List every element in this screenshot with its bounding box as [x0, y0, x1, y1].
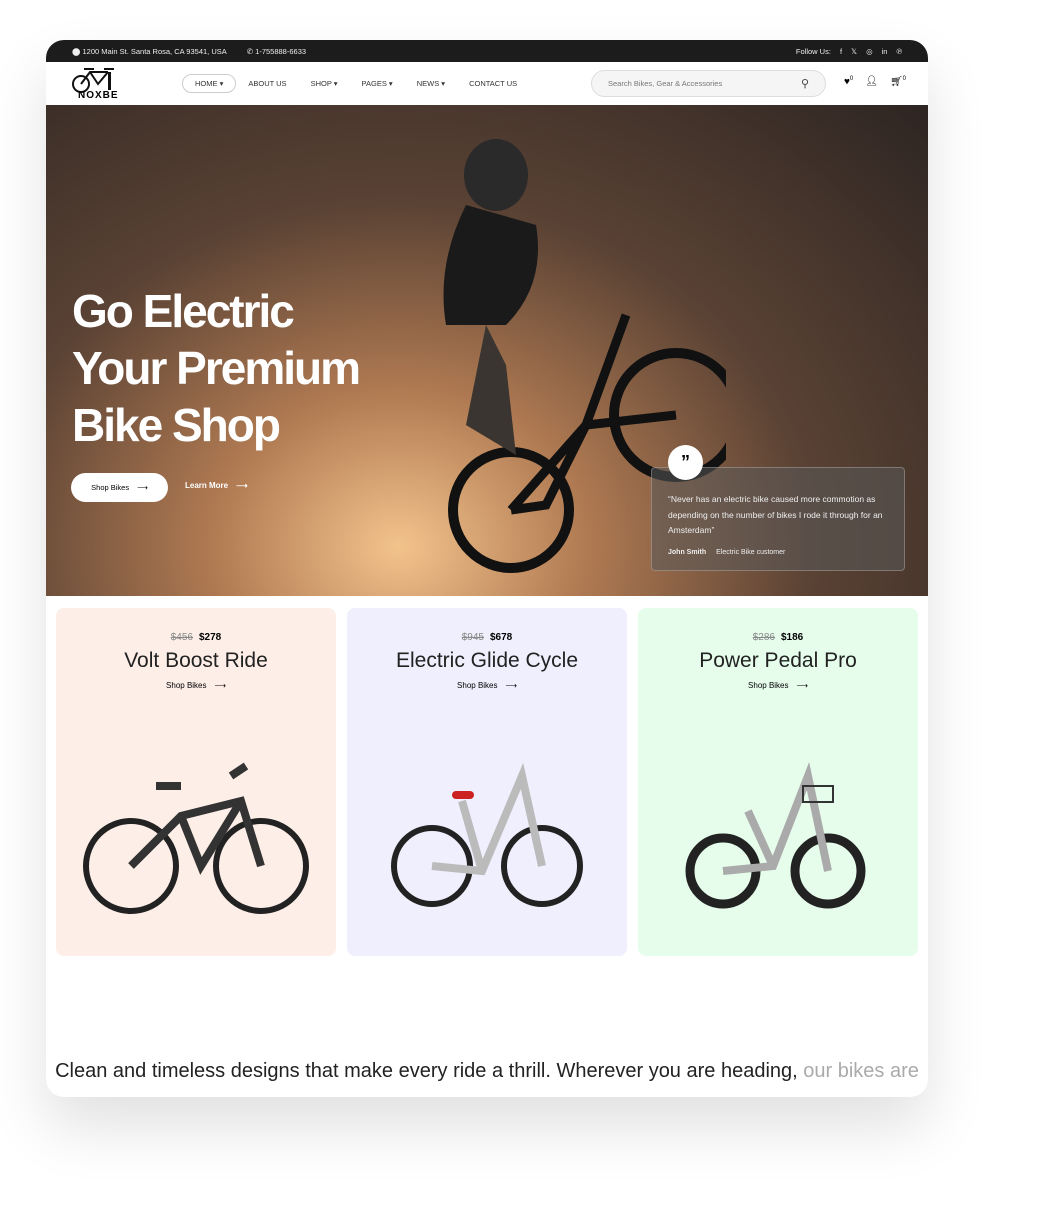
- phone: 1-755888-6633: [255, 46, 307, 56]
- browser-window: ⬤ 1200 Main St. Santa Rosa, CA 93541, US…: [46, 40, 928, 1097]
- price: $186: [781, 632, 804, 643]
- price: $678: [490, 632, 513, 643]
- product-name: Power Pedal Pro: [699, 649, 857, 672]
- bike-image: [685, 762, 866, 909]
- product-card[interactable]: $286 $186 Power Pedal Pro Shop Bikes ⟶: [638, 608, 918, 956]
- testimonial-card: “Never has an electric bike caused more …: [651, 467, 905, 571]
- product-name: Volt Boost Ride: [124, 649, 268, 672]
- arrow-right-icon: ⟶: [137, 483, 148, 492]
- search-input[interactable]: Search Bikes, Gear & Accessories ⚲: [591, 70, 826, 97]
- logo-text: NOXBE: [78, 89, 119, 101]
- arrow-right-icon: ⟶: [214, 681, 226, 690]
- nav-contact[interactable]: CONTACT US: [457, 75, 529, 92]
- facebook-icon[interactable]: f: [840, 47, 842, 56]
- wishlist-icon[interactable]: ♥0: [844, 76, 853, 87]
- nav-news[interactable]: NEWS ▾: [405, 75, 457, 92]
- pinterest-icon[interactable]: ℗: [896, 47, 902, 56]
- product-card[interactable]: $456 $278 Volt Boost Ride Shop Bikes ⟶: [56, 608, 336, 956]
- address: 1200 Main St. Santa Rosa, CA 93541, USA: [82, 46, 227, 56]
- product-card[interactable]: $945 $678 Electric Glide Cycle Shop Bikes…: [347, 608, 627, 956]
- user-icon[interactable]: 👤︎: [865, 76, 878, 87]
- product-cards: $456 $278 Volt Boost Ride Shop Bikes ⟶ $94…: [56, 608, 918, 956]
- follow-label: Follow Us:: [795, 46, 831, 56]
- quote-icon: ”: [668, 445, 703, 480]
- top-bar: ⬤ 1200 Main St. Santa Rosa, CA 93541, US…: [46, 40, 928, 62]
- old-price: $456: [170, 632, 193, 643]
- testimonial-text: “Never has an electric bike caused more …: [668, 494, 883, 535]
- linkedin-icon[interactable]: in: [882, 47, 888, 56]
- logo[interactable]: NOXBE: [70, 67, 124, 101]
- nav-about[interactable]: ABOUT US: [236, 75, 298, 92]
- shop-bikes-link[interactable]: Shop Bikes ⟶: [56, 681, 336, 690]
- arrow-right-icon: ⟶: [505, 681, 517, 690]
- arrow-right-icon: ⟶: [236, 481, 248, 490]
- bike-image: [83, 762, 309, 914]
- main-nav: NOXBE HOME ▾ ABOUT US SHOP ▾ PAGES ▾ NEW…: [46, 62, 928, 105]
- product-name: Electric Glide Cycle: [395, 649, 579, 672]
- arrow-right-icon: ⟶: [796, 681, 808, 690]
- x-icon[interactable]: 𝕏: [851, 47, 857, 56]
- instagram-icon[interactable]: ◎: [866, 47, 873, 56]
- shop-bikes-button[interactable]: Shop Bikes ⟶: [71, 473, 168, 502]
- shop-bikes-link[interactable]: Shop Bikes ⟶: [638, 681, 918, 690]
- nav-pages[interactable]: PAGES ▾: [350, 75, 405, 92]
- hero-banner: Go Electric Your Premium Bike Shop Shop Bi…: [46, 105, 928, 596]
- search-icon[interactable]: ⚲: [801, 77, 809, 90]
- phone-icon: ✆: [246, 46, 254, 56]
- old-price: $945: [461, 632, 484, 643]
- tagline: Clean and timeless designs that make eve…: [55, 1060, 919, 1082]
- cart-icon[interactable]: 🛒︎0: [890, 76, 906, 87]
- hero-title: Go Electric Your Premium Bike Shop: [72, 285, 361, 451]
- price: $278: [199, 632, 222, 643]
- testimonial-role: Electric Bike customer: [716, 548, 786, 556]
- learn-more-button[interactable]: Learn More ⟶: [185, 481, 248, 490]
- nav-home[interactable]: HOME ▾: [182, 74, 237, 93]
- bike-image: [391, 762, 583, 907]
- nav-shop[interactable]: SHOP ▾: [299, 75, 350, 92]
- location-icon: ⬤: [72, 46, 81, 56]
- old-price: $286: [752, 632, 775, 643]
- shop-bikes-link[interactable]: Shop Bikes ⟶: [347, 681, 627, 690]
- testimonial-author: John Smith: [668, 548, 707, 556]
